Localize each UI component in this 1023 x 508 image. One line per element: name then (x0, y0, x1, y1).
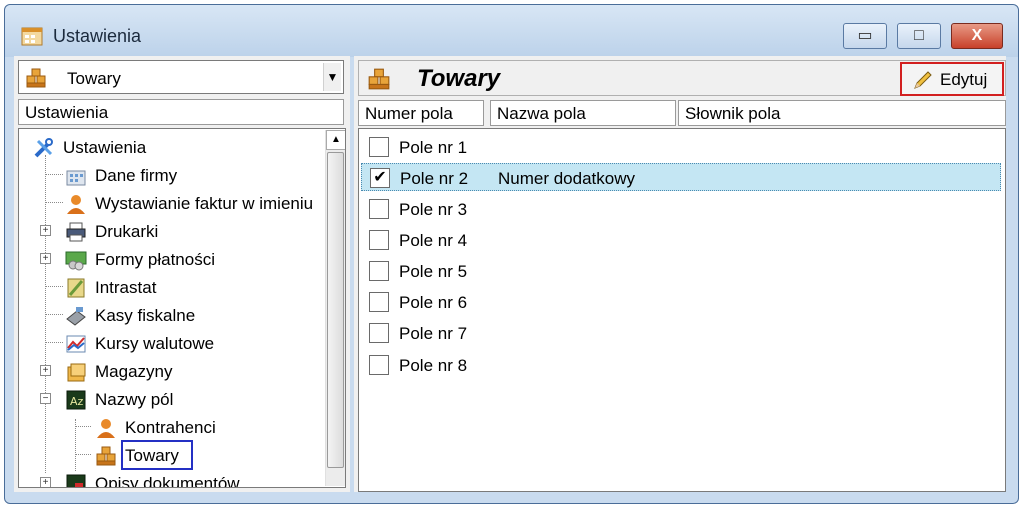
column-header-nazwa[interactable]: Nazwa pola (490, 100, 676, 126)
tree-item-label: Dane firmy (95, 166, 178, 185)
selected-tree-item-highlight (121, 440, 193, 470)
settings-tree[interactable]: + + + − + Ustawienia Dane firmy Wystawia… (18, 128, 346, 488)
tree-item-label: Kasy fiskalne (95, 306, 196, 325)
row-label: Pole nr 7 (399, 324, 468, 343)
boxes-icon (368, 68, 390, 90)
tree-line (75, 426, 91, 427)
column-label: Numer pola (365, 104, 453, 123)
list-item[interactable]: Pole nr 8 (361, 351, 1001, 379)
tree-item-label: Kontrahenci (125, 418, 216, 437)
tree-item-label: Intrastat (95, 278, 157, 297)
tree-item-label: Drukarki (95, 222, 159, 241)
building-icon (66, 170, 86, 186)
category-combobox[interactable]: Towary ▼ (18, 60, 344, 94)
maximize-button[interactable]: □ (897, 23, 941, 49)
tree-line (45, 174, 63, 175)
list-item[interactable]: Pole nr 7 (361, 319, 1001, 347)
tree-line (45, 202, 63, 203)
maximize-icon: □ (914, 27, 924, 44)
list-item[interactable]: Pole nr 4 (361, 226, 1001, 254)
window-title: Ustawienia (53, 26, 142, 46)
list-item[interactable]: Pole nr 1 (361, 133, 1001, 161)
tree-scrollbar[interactable]: ▲ (325, 130, 345, 486)
settings-app-icon (21, 27, 43, 46)
row-checkbox[interactable] (369, 292, 389, 312)
list-item[interactable]: ✔ Pole nr 2 Numer dodatkowy (361, 163, 1001, 191)
boxes-icon (26, 68, 46, 88)
column-label: Nazwa pola (497, 104, 586, 123)
tree-header-label: Ustawienia (25, 103, 109, 122)
tree-header[interactable]: Ustawienia (18, 99, 344, 125)
tree-item-label: Kursy walutowe (95, 334, 215, 353)
combo-value: Towary (67, 69, 121, 88)
tree-line (45, 314, 63, 315)
row-checkbox[interactable] (369, 323, 389, 343)
payment-icon (65, 251, 87, 271)
row-label: Pole nr 3 (399, 200, 468, 219)
close-button[interactable]: X (951, 23, 1003, 49)
chart-icon (66, 335, 86, 353)
cash-register-icon (66, 307, 86, 326)
tree-item-label: Formy płatności (95, 250, 215, 269)
field-names-icon: Az (66, 390, 86, 410)
expand-button-opisy[interactable]: + (40, 477, 51, 487)
row-checkbox[interactable] (369, 355, 389, 375)
right-panel: Towary Edytuj Numer pola Nazwa pola Słow… (354, 56, 1006, 492)
minimize-icon: ▭ (857, 27, 873, 44)
fields-list[interactable]: Pole nr 1 ✔ Pole nr 2 Numer dodatkowy Po… (358, 128, 1006, 492)
svg-text:Az: Az (70, 395, 84, 408)
left-panel: Towary ▼ Ustawienia + + + − + Ustawienia… (14, 56, 350, 492)
minimize-button[interactable]: ▭ (843, 23, 887, 49)
row-checkbox[interactable]: ✔ (370, 168, 390, 188)
row-checkbox[interactable] (369, 137, 389, 157)
tree-item-label: Opisy dokumentów (95, 474, 240, 488)
person-icon (67, 195, 85, 214)
expand-button-formy[interactable]: + (40, 253, 51, 264)
tree-line (45, 342, 63, 343)
row-label: Pole nr 4 (399, 231, 468, 250)
collapse-button-nazwy[interactable]: − (40, 393, 51, 404)
column-header-slownik[interactable]: Słownik pola (678, 100, 1006, 126)
row-checkbox[interactable] (369, 230, 389, 250)
row-label: Pole nr 5 (399, 262, 468, 281)
row-checkbox[interactable] (369, 199, 389, 219)
panel-header: Towary Edytuj (358, 60, 1006, 96)
row-name: Numer dodatkowy (498, 169, 636, 188)
tree-line (45, 286, 63, 287)
panel-title: Towary (417, 65, 501, 92)
list-item[interactable]: Pole nr 5 (361, 257, 1001, 285)
edit-button[interactable]: Edytuj (900, 62, 1004, 96)
tree-item-label: Ustawienia (63, 138, 147, 157)
tree-item-label: Magazyny (95, 362, 173, 381)
pencil-icon (914, 71, 932, 89)
list-item[interactable]: Pole nr 6 (361, 288, 1001, 316)
list-item[interactable]: Pole nr 3 (361, 195, 1001, 223)
scroll-up-icon[interactable]: ▲ (326, 130, 345, 150)
expand-button-drukarki[interactable]: + (40, 225, 51, 236)
column-header-numer[interactable]: Numer pola (358, 100, 484, 126)
close-icon: X (971, 27, 983, 44)
edit-button-label: Edytuj (940, 70, 988, 89)
row-label: Pole nr 6 (399, 293, 468, 312)
expand-button-magazyny[interactable]: + (40, 365, 51, 376)
printer-icon (66, 222, 86, 242)
column-label: Słownik pola (685, 104, 781, 123)
field-names-icon (66, 474, 86, 487)
intrastat-icon (67, 278, 85, 298)
chevron-down-icon[interactable]: ▼ (323, 63, 341, 91)
tree-item-label: Wystawianie faktur w imieniu (95, 194, 314, 213)
tree-line (75, 454, 91, 455)
scrollbar-thumb[interactable] (327, 152, 344, 468)
row-label: Pole nr 8 (399, 356, 468, 375)
person-icon (97, 419, 115, 438)
row-label: Pole nr 1 (399, 138, 468, 157)
tools-icon (34, 138, 53, 158)
row-label: Pole nr 2 (400, 169, 469, 188)
column-headers: Numer pola Nazwa pola Słownik pola (358, 100, 1006, 126)
warehouse-icon (67, 363, 86, 382)
tree-item-label: Nazwy pól (95, 390, 174, 409)
title-bar: Ustawienia ▭ □ X (5, 5, 1018, 57)
boxes-icon (96, 446, 116, 466)
row-checkbox[interactable] (369, 261, 389, 281)
